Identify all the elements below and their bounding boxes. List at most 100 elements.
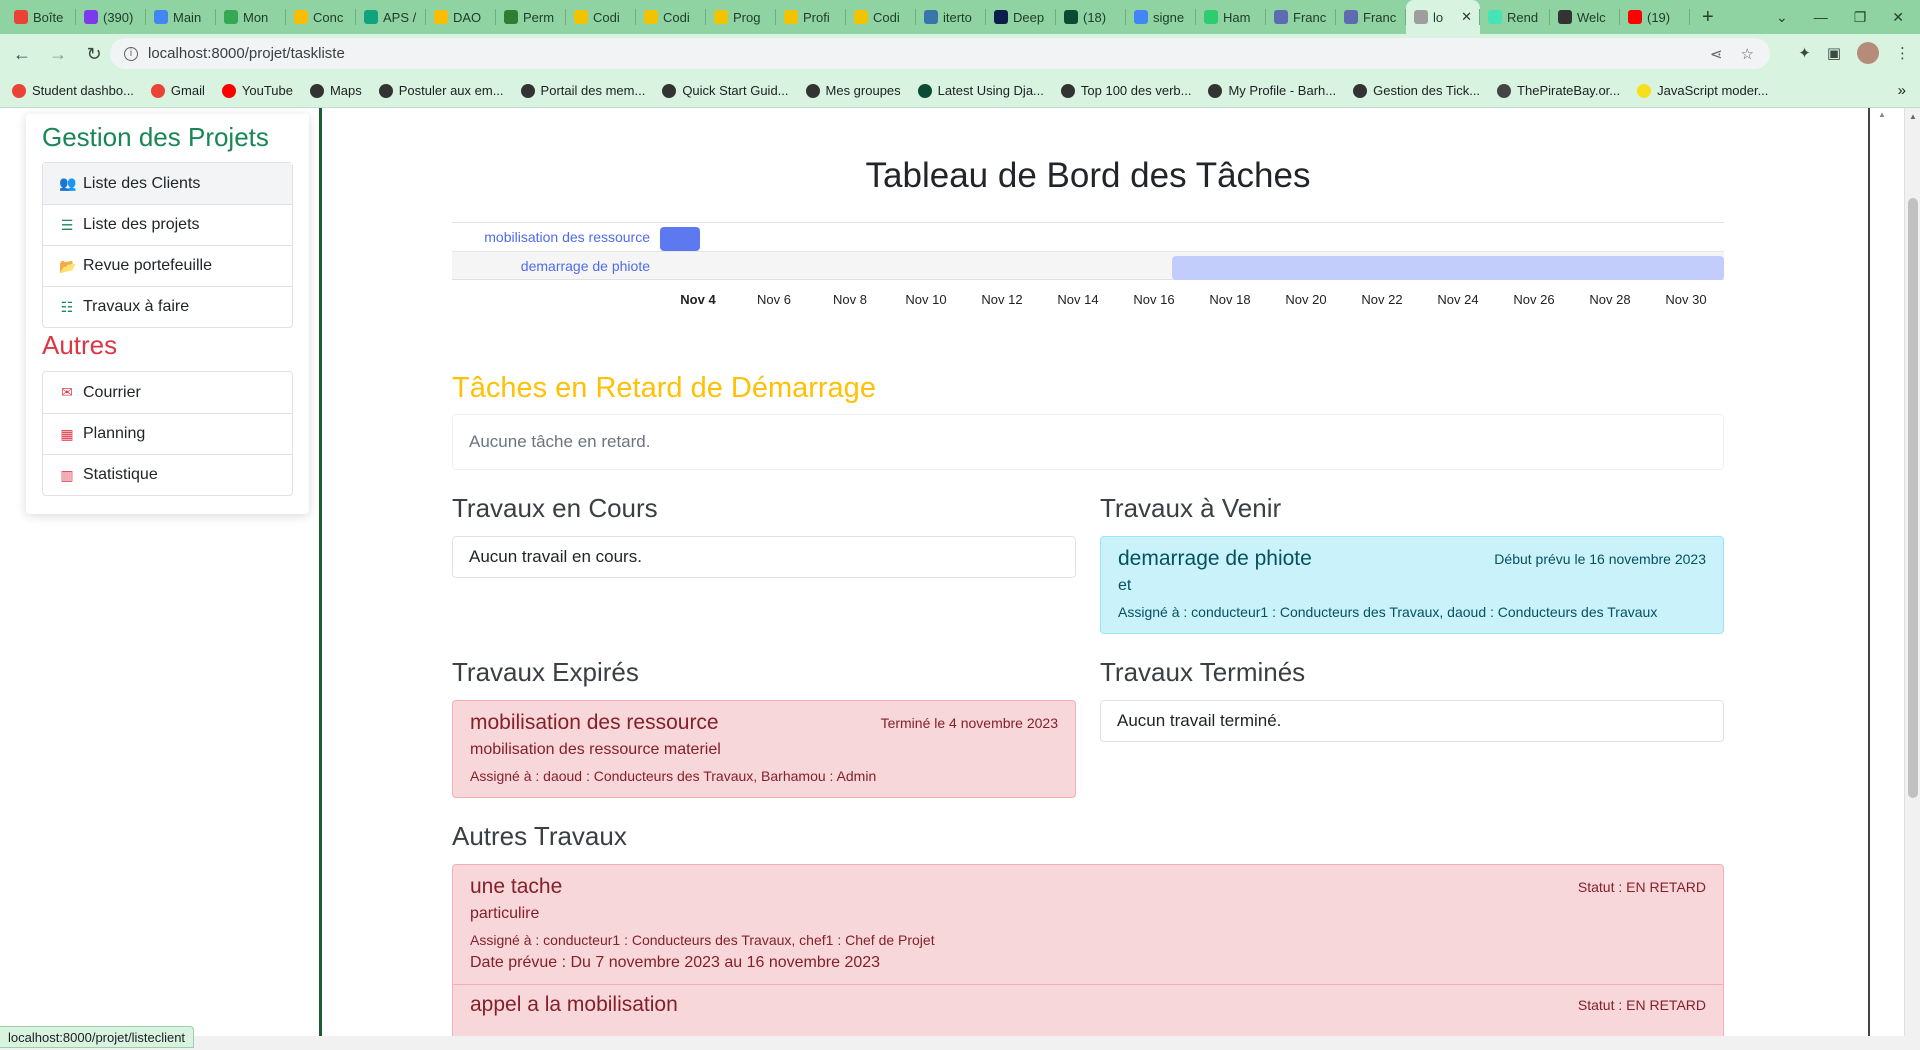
bookmark-favicon-icon: [1060, 83, 1075, 98]
tab-title: (390): [103, 9, 134, 25]
browser-tab[interactable]: Rend: [1480, 0, 1550, 34]
gantt-tick-label: Nov 28: [1589, 292, 1631, 307]
sidebar-item[interactable]: 📂 Revue portefeuille: [43, 245, 292, 286]
profile-avatar[interactable]: [1857, 42, 1879, 64]
reload-icon[interactable]: ↻: [80, 44, 108, 65]
tab-favicon-icon: [84, 10, 98, 24]
browser-tab[interactable]: Boîte: [6, 0, 76, 34]
horizontal-scrollbar[interactable]: [0, 1036, 1920, 1050]
new-tab-button[interactable]: +: [1702, 6, 1714, 29]
browser-tab[interactable]: lo ✕: [1406, 0, 1480, 34]
upcoming-task-card[interactable]: demarrage de phiote Début prévu le 16 no…: [1100, 536, 1724, 634]
sidebar-item-label: Liste des projets: [83, 216, 200, 233]
browser-tab[interactable]: Ham: [1196, 0, 1266, 34]
page-scrollbar[interactable]: ▲: [1904, 108, 1920, 1036]
task-status: Statut : EN RETARD: [1577, 879, 1706, 895]
sidebar-item[interactable]: ☷ Travaux à faire: [43, 286, 292, 327]
bookmark-star-icon[interactable]: ☆: [1741, 45, 1754, 63]
share-icon[interactable]: ⋖: [1710, 45, 1723, 63]
browser-tab[interactable]: Prog: [706, 0, 776, 34]
bookmark-item[interactable]: Portail des mem...: [520, 83, 645, 98]
gantt-row-label[interactable]: demarrage de phiote: [521, 258, 650, 274]
sidebar-item[interactable]: ▦ Planning: [43, 413, 292, 454]
browser-tab[interactable]: Main: [146, 0, 216, 34]
sidebar-item[interactable]: 👥 Liste des Clients: [43, 163, 292, 204]
bookmark-item[interactable]: Gestion des Tick...: [1353, 83, 1480, 98]
scroll-up-icon[interactable]: ▲: [1909, 112, 1917, 121]
task-planned-dates: Date prévue : Du 7 novembre 2023 au 16 n…: [470, 954, 881, 971]
browser-tab[interactable]: Welc: [1550, 0, 1620, 34]
extensions-icon[interactable]: ✦: [1798, 44, 1811, 62]
bookmark-favicon-icon: [12, 83, 26, 98]
tab-title: Conc: [313, 9, 344, 25]
tab-favicon-icon: [1414, 10, 1428, 24]
bookmark-item[interactable]: JavaScript moder...: [1637, 83, 1768, 98]
site-info-icon[interactable]: i: [124, 46, 138, 61]
bookmark-label: Gmail: [170, 83, 205, 98]
url-text[interactable]: localhost:8000/projet/taskliste: [148, 45, 345, 62]
browser-tab[interactable]: (18): [1056, 0, 1126, 34]
browser-tab[interactable]: (19): [1620, 0, 1690, 34]
panel-scroll-up-icon[interactable]: ▲: [1878, 110, 1886, 119]
bookmark-label: Quick Start Guid...: [682, 83, 789, 98]
side-panel-icon[interactable]: ▣: [1827, 44, 1841, 62]
bookmark-item[interactable]: Top 100 des verb...: [1060, 83, 1191, 98]
browser-tab[interactable]: Profi: [776, 0, 846, 34]
sidebar-item[interactable]: ☰ Liste des projets: [43, 204, 292, 245]
bookmark-item[interactable]: Quick Start Guid...: [662, 83, 789, 98]
browser-tab[interactable]: Deep: [986, 0, 1056, 34]
tab-title: (18): [1083, 9, 1107, 25]
bookmark-label: My Profile - Barh...: [1228, 83, 1337, 98]
browser-tab[interactable]: Codi: [846, 0, 916, 34]
browser-tab[interactable]: Perm: [496, 0, 566, 34]
bookmark-item[interactable]: YouTube: [221, 83, 293, 98]
browser-tab[interactable]: APS /: [356, 0, 426, 34]
bookmark-item[interactable]: My Profile - Barh...: [1208, 83, 1336, 98]
browser-tab[interactable]: signe: [1126, 0, 1196, 34]
bookmark-favicon-icon: [805, 83, 820, 98]
gantt-row-label[interactable]: mobilisation des ressource: [484, 229, 650, 245]
close-tab-icon[interactable]: ✕: [1461, 9, 1472, 25]
browser-tab[interactable]: Mon: [216, 0, 286, 34]
bookmark-item[interactable]: Latest Using Dja...: [917, 83, 1044, 98]
browser-tab[interactable]: Franc: [1336, 0, 1406, 34]
forward-icon[interactable]: →: [44, 44, 72, 65]
browser-tab[interactable]: DAO: [426, 0, 496, 34]
more-bookmarks-icon[interactable]: »: [1898, 82, 1906, 99]
tab-favicon-icon: [1488, 10, 1502, 24]
close-window-icon[interactable]: ✕: [1892, 9, 1904, 26]
back-icon[interactable]: ←: [8, 44, 36, 65]
tab-title: Franc: [1363, 9, 1397, 25]
bookmark-item[interactable]: ThePirateBay.or...: [1497, 83, 1620, 98]
tab-favicon-icon: [1628, 10, 1642, 24]
bookmarks-bar: » Student dashbo... Gmail YouTube Maps Postu…: [0, 74, 1920, 108]
task-description: particulire: [470, 905, 540, 922]
browser-tab[interactable]: Codi: [566, 0, 636, 34]
minimize-icon[interactable]: —: [1814, 9, 1828, 25]
tab-search-icon[interactable]: ⌄: [1776, 9, 1788, 26]
scrollbar-thumb[interactable]: [1908, 198, 1918, 798]
gantt-bar[interactable]: [1172, 256, 1724, 280]
sidebar-item[interactable]: ▥ Statistique: [43, 454, 292, 495]
bookmark-item[interactable]: Mes groupes: [805, 83, 901, 98]
bookmark-item[interactable]: Student dashbo...: [12, 83, 134, 98]
bookmark-item[interactable]: Gmail: [150, 83, 205, 98]
menu-kebab-icon[interactable]: ⋮: [1895, 44, 1910, 62]
browser-tab[interactable]: Franc: [1266, 0, 1336, 34]
restore-icon[interactable]: ❐: [1854, 9, 1867, 26]
gantt-bar[interactable]: [660, 227, 700, 251]
tab-favicon-icon: [644, 10, 658, 24]
browser-tab[interactable]: Conc: [286, 0, 356, 34]
sidebar-item[interactable]: ✉ Courrier: [43, 372, 292, 413]
browser-tab[interactable]: (390): [76, 0, 146, 34]
address-bar[interactable]: i localhost:8000/projet/taskliste ⋖ ☆: [110, 38, 1770, 69]
task-status: Statut : EN RETARD: [1577, 997, 1706, 1013]
browser-tab[interactable]: Codi: [636, 0, 706, 34]
bookmark-item[interactable]: Maps: [309, 83, 362, 98]
tab-favicon-icon: [434, 10, 448, 24]
expired-task-card[interactable]: mobilisation des ressource Terminé le 4 …: [452, 700, 1076, 798]
other-section-title: Autres: [42, 330, 118, 360]
browser-tab[interactable]: iterto: [916, 0, 986, 34]
other-task-card[interactable]: une tache Statut : EN RETARD particulire…: [452, 864, 1724, 1036]
bookmark-item[interactable]: Postuler aux em...: [378, 83, 504, 98]
